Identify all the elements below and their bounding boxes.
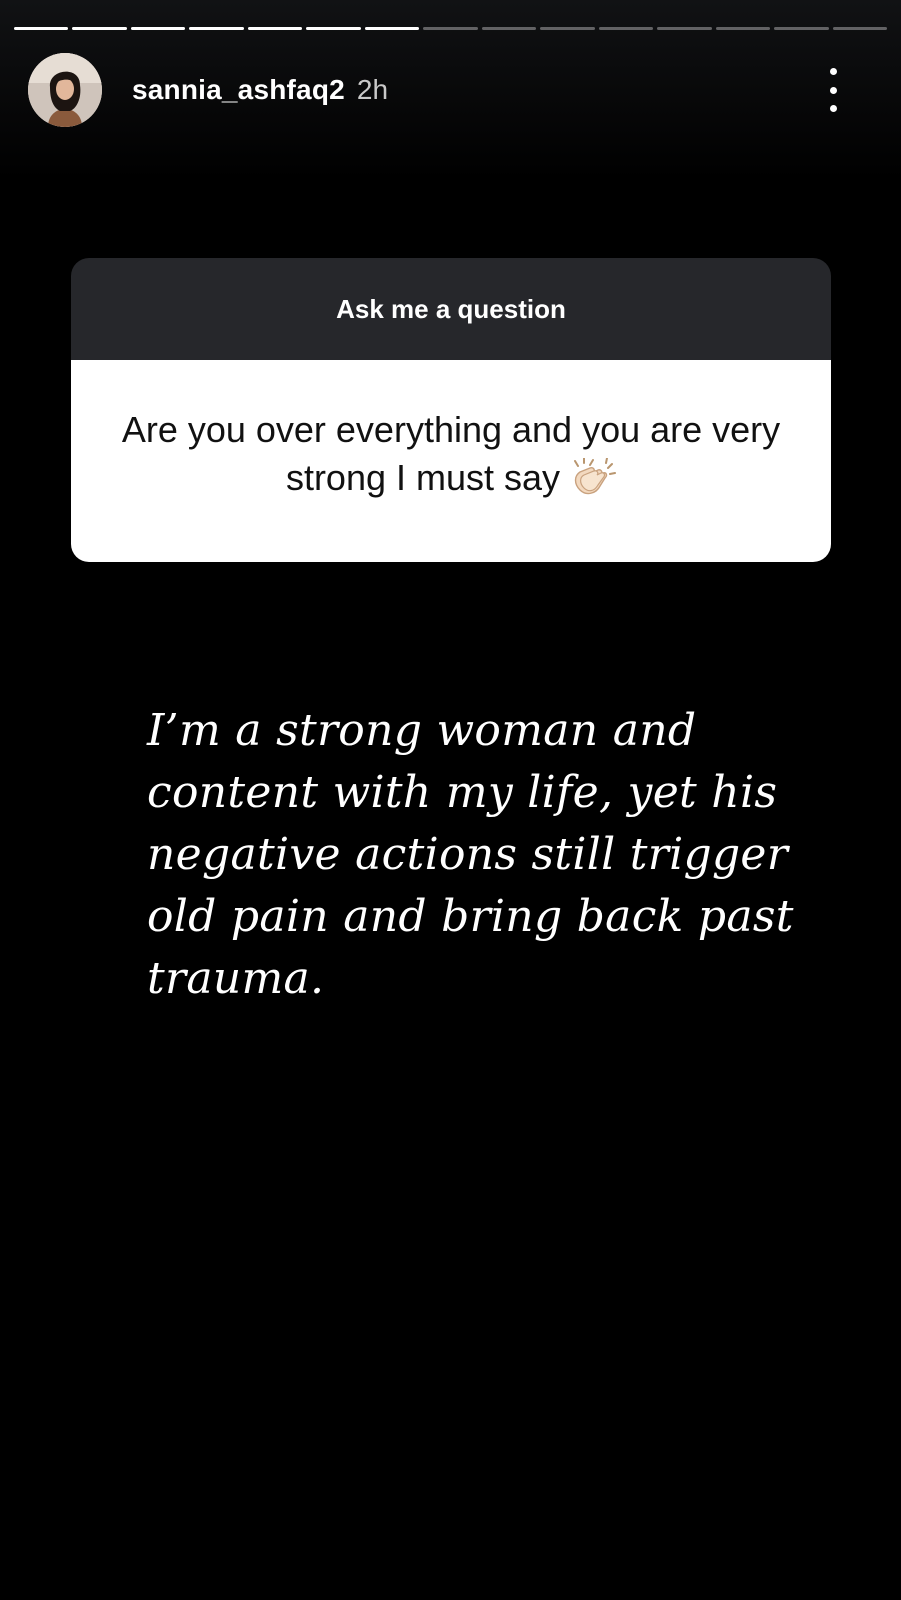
story-progress-bar xyxy=(14,27,888,30)
progress-segment xyxy=(540,27,595,30)
more-vertical-icon xyxy=(829,68,837,75)
clapping-hands-icon xyxy=(570,457,617,510)
progress-segment xyxy=(130,27,186,30)
progress-segment xyxy=(72,27,127,30)
avatar[interactable] xyxy=(28,53,102,127)
story-timestamp: 2h xyxy=(356,74,389,105)
progress-segment xyxy=(423,27,478,30)
progress-segment xyxy=(657,27,712,30)
profile-photo xyxy=(28,53,102,127)
progress-segment xyxy=(481,27,537,30)
story-answer-text: I’m a strong woman and content with my l… xyxy=(147,705,794,1004)
progress-segment xyxy=(306,27,361,30)
more-vertical-icon-dot xyxy=(829,86,837,94)
progress-segment xyxy=(715,27,771,30)
question-sticker-body: Are you over everything and you are very… xyxy=(71,360,831,562)
question-sticker[interactable]: Ask me a question Are you over everythin… xyxy=(71,258,831,562)
progress-segment xyxy=(832,27,888,30)
question-sticker-title: Ask me a question xyxy=(71,258,831,360)
more-options-button[interactable] xyxy=(821,68,845,112)
progress-segment xyxy=(14,27,69,30)
question-text: Are you over everything and you are very… xyxy=(121,409,781,498)
more-vertical-icon-dot xyxy=(829,105,837,112)
progress-segment xyxy=(189,27,244,30)
username[interactable]: sannia_ashfaq2 xyxy=(132,74,345,106)
progress-segment xyxy=(364,27,420,30)
progress-segment xyxy=(598,27,654,30)
progress-segment xyxy=(247,27,303,30)
question-text-wrap: Are you over everything and you are very… xyxy=(111,406,791,510)
progress-segment xyxy=(774,27,829,30)
story-header: sannia_ashfaq2 2h xyxy=(28,52,873,128)
